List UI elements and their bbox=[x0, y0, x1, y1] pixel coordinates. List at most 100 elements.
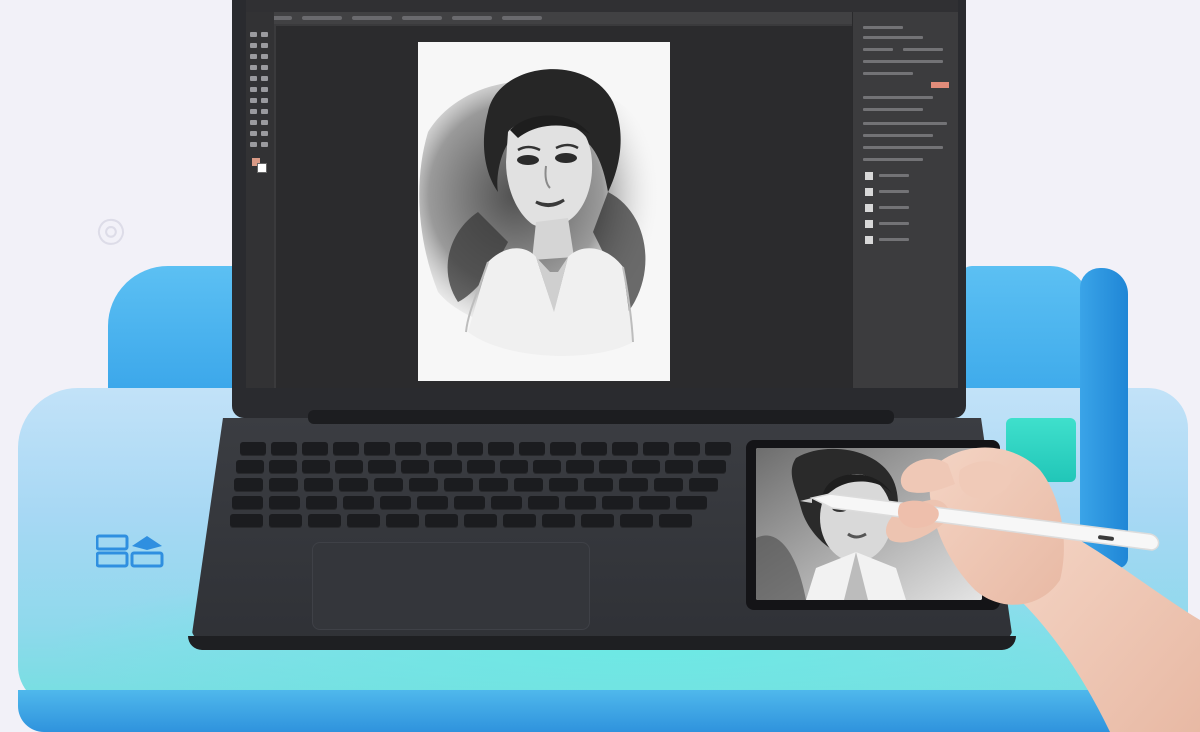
keyboard-key[interactable] bbox=[308, 514, 341, 528]
layer-thumbnail[interactable] bbox=[865, 188, 873, 196]
keyboard-key[interactable] bbox=[602, 496, 633, 510]
panel-control[interactable] bbox=[863, 60, 943, 63]
keyboard-key[interactable] bbox=[676, 496, 707, 510]
keyboard-key[interactable] bbox=[464, 514, 497, 528]
panel-control[interactable] bbox=[863, 146, 943, 149]
panel-control[interactable] bbox=[863, 48, 893, 51]
option-chip[interactable] bbox=[352, 16, 392, 20]
panel-control[interactable] bbox=[863, 36, 923, 39]
panel-control[interactable] bbox=[863, 108, 923, 111]
tool-icon[interactable] bbox=[261, 109, 268, 114]
keyboard-key[interactable] bbox=[434, 460, 462, 474]
keyboard-key[interactable] bbox=[584, 478, 613, 492]
keyboard-key[interactable] bbox=[401, 460, 429, 474]
keyboard-key[interactable] bbox=[302, 442, 328, 456]
keyboard-key[interactable] bbox=[271, 442, 297, 456]
panel-color-chip[interactable] bbox=[931, 82, 949, 88]
keyboard-key[interactable] bbox=[374, 478, 403, 492]
option-chip[interactable] bbox=[402, 16, 442, 20]
keyboard-key[interactable] bbox=[479, 478, 508, 492]
tool-icon[interactable] bbox=[261, 54, 268, 59]
panel-control[interactable] bbox=[903, 48, 943, 51]
document-canvas[interactable] bbox=[418, 42, 670, 381]
tool-icon[interactable] bbox=[250, 98, 257, 103]
option-chip[interactable] bbox=[302, 16, 342, 20]
keyboard-key[interactable] bbox=[368, 460, 396, 474]
keyboard-key[interactable] bbox=[339, 478, 368, 492]
tool-icon[interactable] bbox=[261, 65, 268, 70]
keyboard-key[interactable] bbox=[454, 496, 485, 510]
tool-icon[interactable] bbox=[261, 32, 268, 37]
panel-control[interactable] bbox=[863, 122, 947, 125]
keyboard-key[interactable] bbox=[549, 478, 578, 492]
tool-icon[interactable] bbox=[250, 109, 257, 114]
panel-control[interactable] bbox=[863, 26, 903, 29]
keyboard-key[interactable] bbox=[426, 442, 452, 456]
tool-icon[interactable] bbox=[250, 142, 257, 147]
keyboard-key[interactable] bbox=[333, 442, 359, 456]
keyboard-key[interactable] bbox=[565, 496, 596, 510]
panel-control[interactable] bbox=[863, 96, 933, 99]
tool-icon[interactable] bbox=[261, 43, 268, 48]
keyboard-key[interactable] bbox=[643, 442, 669, 456]
tool-icon[interactable] bbox=[250, 43, 257, 48]
keyboard-key[interactable] bbox=[491, 496, 522, 510]
option-chip[interactable] bbox=[452, 16, 492, 20]
keyboard-key[interactable] bbox=[380, 496, 411, 510]
keyboard-key[interactable] bbox=[705, 442, 731, 456]
keyboard-key[interactable] bbox=[269, 514, 302, 528]
tool-icon[interactable] bbox=[250, 65, 257, 70]
keyboard-key[interactable] bbox=[566, 460, 594, 474]
tool-icon[interactable] bbox=[250, 54, 257, 59]
keyboard-key[interactable] bbox=[444, 478, 473, 492]
keyboard-key[interactable] bbox=[514, 478, 543, 492]
keyboard-key[interactable] bbox=[234, 478, 263, 492]
keyboard-key[interactable] bbox=[269, 460, 297, 474]
keyboard-key[interactable] bbox=[335, 460, 363, 474]
keyboard-key[interactable] bbox=[269, 496, 300, 510]
layer-name[interactable] bbox=[879, 190, 909, 193]
app-options-bar[interactable] bbox=[246, 12, 858, 24]
keyboard-key[interactable] bbox=[503, 514, 536, 528]
layer-thumbnail[interactable] bbox=[865, 220, 873, 228]
panel-control[interactable] bbox=[863, 72, 913, 75]
keyboard-key[interactable] bbox=[533, 460, 561, 474]
keyboard-key[interactable] bbox=[230, 514, 263, 528]
tool-icon[interactable] bbox=[250, 120, 257, 125]
panel-control[interactable] bbox=[863, 134, 933, 137]
keyboard-key[interactable] bbox=[659, 514, 692, 528]
keyboard-key[interactable] bbox=[269, 478, 298, 492]
tool-icon[interactable] bbox=[261, 76, 268, 81]
keyboard-key[interactable] bbox=[425, 514, 458, 528]
keyboard-key[interactable] bbox=[654, 478, 683, 492]
keyboard-key[interactable] bbox=[306, 496, 337, 510]
keyboard-key[interactable] bbox=[240, 442, 266, 456]
keyboard-key[interactable] bbox=[409, 478, 438, 492]
layer-thumbnail[interactable] bbox=[865, 204, 873, 212]
keyboard-key[interactable] bbox=[236, 460, 264, 474]
keyboard-key[interactable] bbox=[550, 442, 576, 456]
tool-icon[interactable] bbox=[261, 87, 268, 92]
keyboard-key[interactable] bbox=[488, 442, 514, 456]
tool-icon[interactable] bbox=[261, 142, 268, 147]
keyboard-key[interactable] bbox=[457, 442, 483, 456]
option-chip[interactable] bbox=[502, 16, 542, 20]
keyboard-key[interactable] bbox=[612, 442, 638, 456]
layer-thumbnail[interactable] bbox=[865, 172, 873, 180]
keyboard-key[interactable] bbox=[347, 514, 380, 528]
tool-icon[interactable] bbox=[250, 32, 257, 37]
keyboard-key[interactable] bbox=[304, 478, 333, 492]
tool-icon[interactable] bbox=[250, 131, 257, 136]
tool-icon[interactable] bbox=[250, 87, 257, 92]
keyboard-key[interactable] bbox=[581, 514, 614, 528]
keyboard-key[interactable] bbox=[343, 496, 374, 510]
keyboard-key[interactable] bbox=[619, 478, 648, 492]
keyboard-key[interactable] bbox=[386, 514, 419, 528]
keyboard-key[interactable] bbox=[698, 460, 726, 474]
keyboard-key[interactable] bbox=[689, 478, 718, 492]
keyboard-key[interactable] bbox=[632, 460, 660, 474]
keyboard-key[interactable] bbox=[599, 460, 627, 474]
keyboard-key[interactable] bbox=[528, 496, 559, 510]
keyboard-key[interactable] bbox=[302, 460, 330, 474]
tool-icon[interactable] bbox=[261, 120, 268, 125]
